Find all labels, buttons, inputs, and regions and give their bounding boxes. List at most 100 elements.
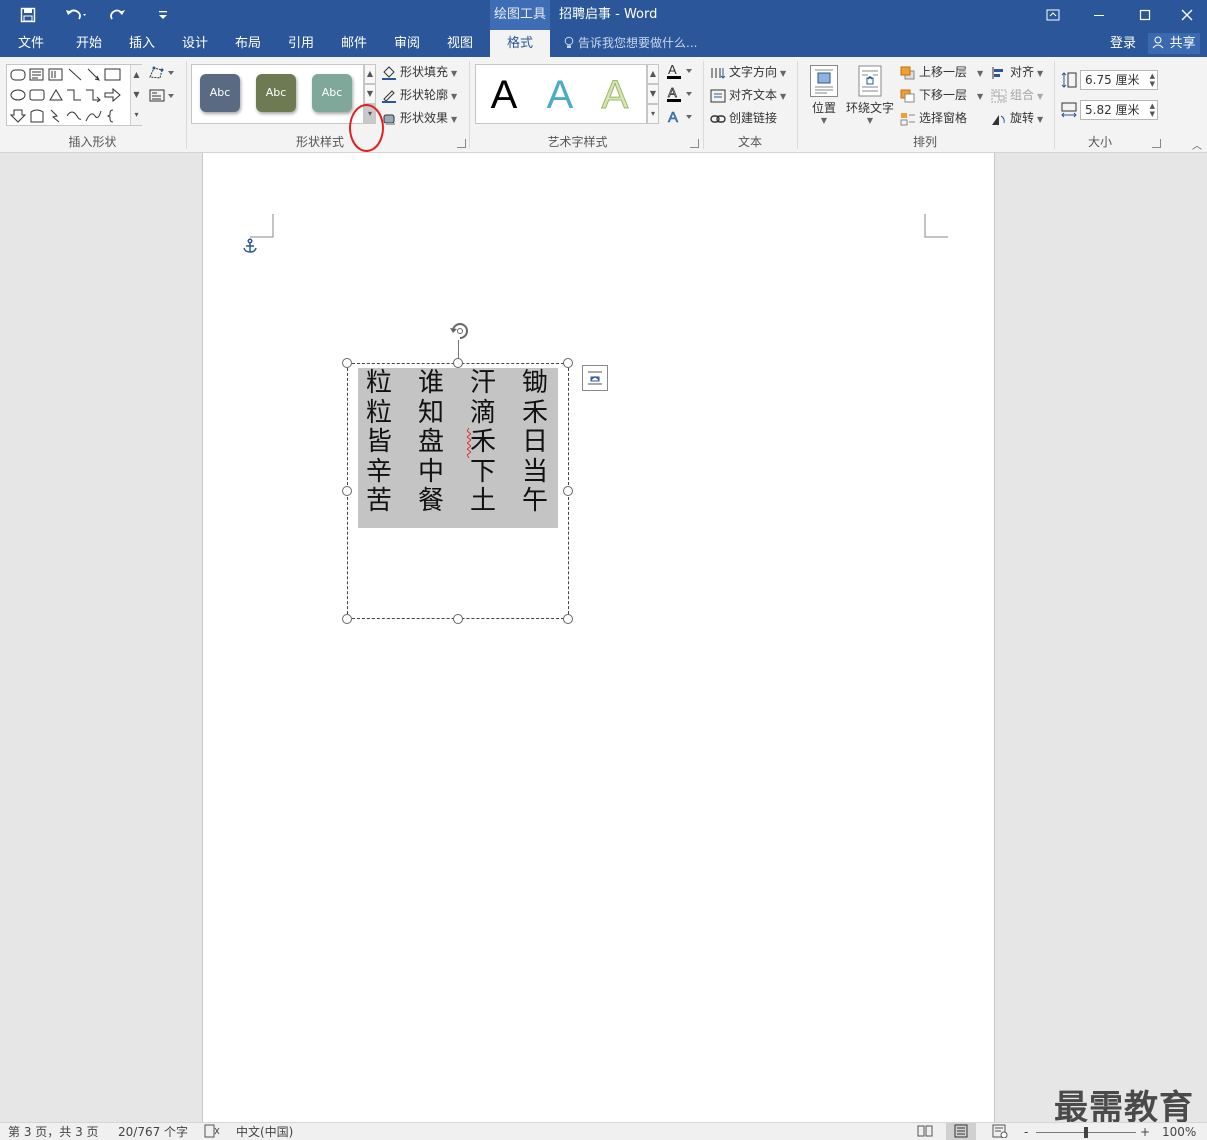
resize-handle-nw[interactable] [342, 358, 352, 368]
draw-textbox-icon[interactable] [148, 88, 176, 106]
ribbon-display-icon[interactable] [1030, 0, 1076, 30]
selection-pane-button[interactable]: 选择窗格 [900, 108, 967, 128]
tab-layout[interactable]: 布局 [223, 30, 273, 57]
zoom-slider-thumb[interactable] [1084, 1127, 1088, 1138]
shapes-icon[interactable] [9, 66, 133, 126]
gallery-up-icon[interactable]: ▲ [130, 65, 142, 85]
position-button[interactable]: 位置 ▼ [798, 65, 850, 125]
svg-text:A: A [668, 85, 677, 100]
poem-textbox[interactable]: 锄 禾 日 当 午 汗 滴 禾 下 土 谁 知 盘 中 餐 粒 粒 皆 辛 苦 [358, 368, 558, 528]
page[interactable] [202, 153, 995, 1122]
align-icon [991, 66, 1007, 80]
language-indicator[interactable]: 中文(中国) [236, 1123, 293, 1140]
tab-view[interactable]: 视图 [435, 30, 485, 57]
title-bar: 绘图工具 招聘启事 - Word [0, 0, 1207, 30]
shape-effects-button[interactable]: 形状效果 ▼ [381, 108, 457, 128]
text-effects-icon[interactable]: A [666, 108, 694, 128]
wordart-more-icon[interactable]: ▾ [647, 104, 659, 124]
wordart-style-3[interactable]: A [589, 69, 641, 121]
shape-styles-gallery[interactable]: Abc Abc Abc [191, 64, 364, 124]
zoom-in-button[interactable]: + [1140, 1123, 1150, 1140]
shape-styles-launcher-icon[interactable] [457, 139, 466, 148]
collapse-ribbon-icon[interactable]: ︿ [1192, 137, 1202, 152]
crop-mark-top-left [250, 214, 274, 238]
wordart-gallery[interactable]: A A A [475, 64, 647, 124]
arrange-label: 排列 [912, 135, 937, 149]
tab-design[interactable]: 设计 [170, 30, 220, 57]
group-button[interactable]: 组合 ▼ [991, 85, 1043, 105]
text-outline-icon[interactable]: A [666, 85, 694, 105]
zoom-slider[interactable] [1036, 1123, 1136, 1140]
shape-height-input[interactable]: 6.75 厘米 ▲ ▼ [1080, 70, 1158, 90]
read-mode-icon[interactable] [917, 1123, 933, 1140]
tab-home[interactable]: 开始 [64, 30, 114, 57]
close-icon[interactable] [1164, 0, 1207, 30]
rotate-button[interactable]: 旋转 ▼ [991, 108, 1043, 128]
group-separator [703, 61, 704, 149]
create-link-button[interactable]: 创建链接 [710, 108, 777, 128]
shape-outline-button[interactable]: 形状轮廓 ▼ [381, 85, 457, 105]
resize-handle-s[interactable] [453, 614, 463, 624]
shape-style-2[interactable]: Abc [256, 74, 296, 112]
resize-handle-sw[interactable] [342, 614, 352, 624]
wordart-style-2[interactable]: A [534, 69, 586, 121]
layout-options-icon[interactable] [582, 365, 608, 391]
wrap-text-button[interactable]: 环绕文字 ▼ [844, 65, 896, 125]
styles-down-icon[interactable]: ▼ [364, 84, 376, 104]
align-button[interactable]: 对齐 ▼ [991, 62, 1043, 82]
send-backward-button[interactable]: 下移一层 ▼ [900, 85, 983, 105]
wordart-style-1[interactable]: A [478, 69, 530, 121]
print-layout-icon[interactable] [946, 1123, 976, 1140]
tab-references[interactable]: 引用 [276, 30, 326, 57]
edit-shape-icon[interactable] [148, 65, 176, 83]
share-button[interactable]: 共享 [1148, 33, 1200, 54]
wordart-up-icon[interactable]: ▲ [647, 64, 659, 84]
tab-file[interactable]: 文件 [6, 30, 56, 57]
shape-style-3[interactable]: Abc [312, 74, 352, 112]
anchor-icon[interactable] [242, 238, 258, 254]
resize-handle-se[interactable] [563, 614, 573, 624]
styles-up-icon[interactable]: ▲ [364, 64, 376, 84]
resize-handle-e[interactable] [563, 486, 573, 496]
tell-me-box[interactable]: 告诉我您想要做什么... [564, 30, 697, 57]
save-icon[interactable] [14, 4, 42, 26]
login-link[interactable]: 登录 [1110, 30, 1136, 57]
wordart-launcher-icon[interactable] [690, 139, 699, 148]
wordart-down-icon[interactable]: ▼ [647, 84, 659, 104]
undo-icon[interactable] [58, 4, 94, 26]
wordart-styles-label: 艺术字样式 [547, 135, 608, 149]
size-launcher-icon[interactable] [1152, 139, 1161, 148]
customize-icon[interactable] [152, 4, 174, 26]
minimize-icon[interactable] [1076, 0, 1122, 30]
height-spinner-icon[interactable]: ▲ ▼ [1150, 72, 1155, 88]
bring-forward-button[interactable]: 上移一层 ▼ [900, 62, 983, 82]
proofing-icon[interactable] [204, 1123, 220, 1140]
resize-handle-n[interactable] [453, 358, 463, 368]
width-spinner-icon[interactable]: ▲ ▼ [1150, 102, 1155, 118]
resize-handle-w[interactable] [342, 486, 352, 496]
gallery-down-icon[interactable]: ▼ [130, 85, 142, 105]
shape-width-input[interactable]: 5.82 厘米 ▲ ▼ [1080, 100, 1158, 120]
text-fill-icon[interactable]: A [666, 62, 694, 82]
text-direction-button[interactable]: 文字方向 ▼ [710, 62, 786, 82]
tab-review[interactable]: 审阅 [382, 30, 432, 57]
redo-icon[interactable] [104, 4, 132, 26]
word-count[interactable]: 20/767 个字 [118, 1123, 188, 1140]
zoom-level[interactable]: 100% [1162, 1123, 1196, 1140]
drawing-tools-context-label: 绘图工具 [490, 0, 550, 30]
maximize-icon[interactable] [1122, 0, 1168, 30]
align-text-button[interactable]: 对齐文本 ▼ [710, 85, 786, 105]
page-count[interactable]: 第 3 页，共 3 页 [8, 1123, 99, 1140]
shapes-gallery[interactable]: ▲ ▼ ▾ [6, 64, 142, 126]
group-icon [991, 89, 1007, 103]
gallery-more-icon[interactable]: ▾ [130, 105, 142, 125]
web-layout-icon[interactable] [992, 1123, 1008, 1140]
resize-handle-ne[interactable] [563, 358, 573, 368]
tab-mailings[interactable]: 邮件 [329, 30, 379, 57]
shape-fill-button[interactable]: 形状填充 ▼ [381, 62, 457, 82]
rotate-handle-icon[interactable] [447, 318, 473, 344]
tab-format[interactable]: 格式 [490, 30, 550, 57]
zoom-out-button[interactable]: - [1024, 1123, 1028, 1140]
tab-insert[interactable]: 插入 [117, 30, 167, 57]
shape-style-1[interactable]: Abc [200, 74, 240, 112]
